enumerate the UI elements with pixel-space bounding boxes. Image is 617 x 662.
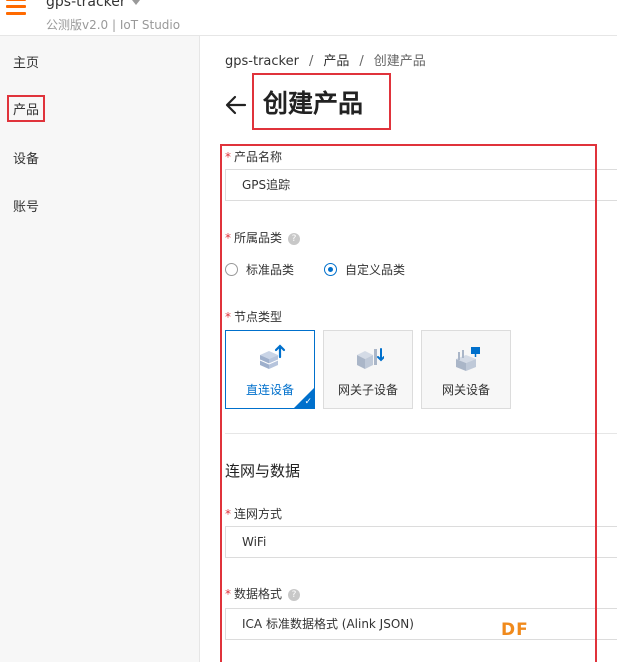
page-title: 创建产品 — [263, 89, 364, 118]
app-subtitle: 公测版v2.0 | IoT Studio — [46, 18, 181, 32]
watermark-logo: DF — [501, 620, 529, 640]
breadcrumb-separator: / — [308, 54, 314, 69]
main-content: gps-tracker / 产品 / 创建产品 创建产品 * 产品名称 GPS追踪 * 所属… — [201, 36, 617, 662]
app-name: gps-tracker — [46, 0, 126, 10]
breadcrumb-item-app[interactable]: gps-tracker — [225, 54, 299, 69]
sidebar: 主页 产品 设备 账号 — [0, 36, 200, 662]
breadcrumb: gps-tracker / 产品 / 创建产品 — [225, 50, 426, 69]
breadcrumb-item-products[interactable]: 产品 — [323, 54, 349, 69]
app-switcher[interactable]: gps-tracker — [46, 0, 140, 10]
form-highlight-box — [220, 144, 597, 662]
arrow-left-icon[interactable] — [225, 94, 247, 116]
page-title-highlight: 创建产品 — [252, 73, 391, 130]
hamburger-icon[interactable] — [6, 0, 26, 18]
sidebar-item-account[interactable]: 账号 — [13, 196, 39, 215]
breadcrumb-separator: / — [359, 54, 364, 69]
app-root: gps-tracker 公测版v2.0 | IoT Studio 主页 产品 设… — [0, 0, 617, 662]
breadcrumb-item-current: 创建产品 — [373, 54, 426, 69]
caret-down-icon — [131, 0, 140, 5]
sidebar-item-devices[interactable]: 设备 — [13, 148, 39, 167]
sidebar-item-home[interactable]: 主页 — [13, 52, 39, 71]
sidebar-item-products[interactable]: 产品 — [7, 95, 46, 122]
top-bar: gps-tracker 公测版v2.0 | IoT Studio — [0, 0, 617, 36]
